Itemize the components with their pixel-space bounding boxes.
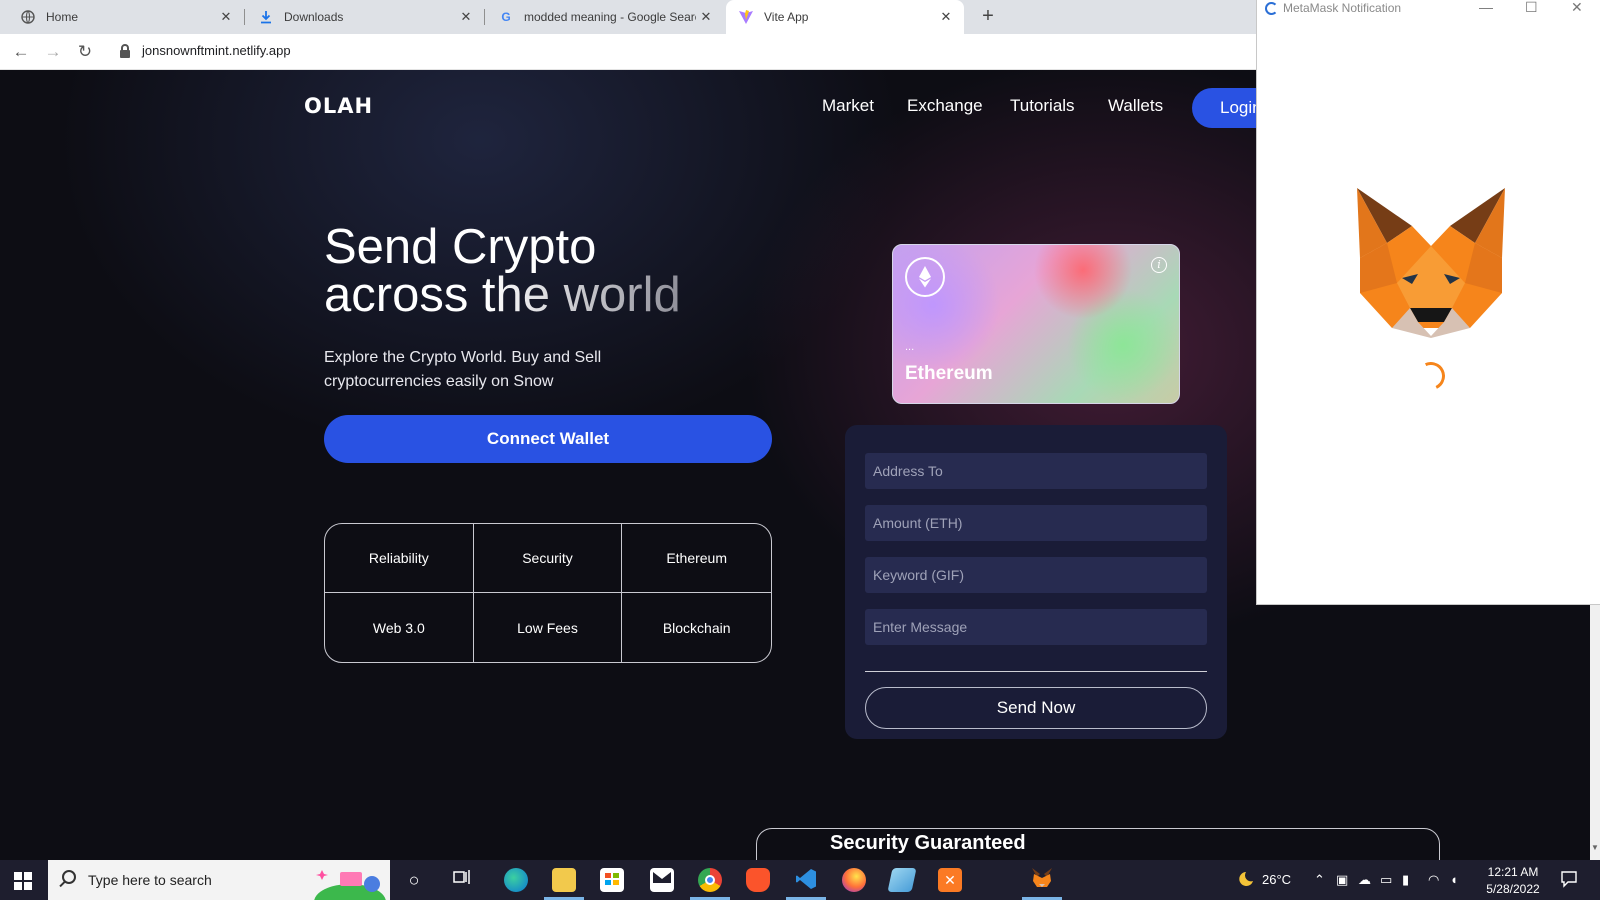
- forward-arrow-icon[interactable]: →: [42, 41, 64, 63]
- address-bar[interactable]: jonsnownftmint.netlify.app: [142, 43, 291, 58]
- vscode-icon[interactable]: [786, 868, 826, 900]
- feature-blockchain: Blockchain: [662, 619, 731, 636]
- browser-toolbar: ← → ↻ jonsnownftmint.netlify.app: [0, 34, 1260, 70]
- store-icon[interactable]: [600, 868, 624, 892]
- tab-title: Downloads: [284, 10, 344, 24]
- notepad-icon[interactable]: [887, 868, 917, 892]
- download-icon: [258, 9, 274, 25]
- chrome-icon[interactable]: [690, 868, 730, 900]
- card-address: ...: [905, 341, 915, 353]
- clock-time: 12:21 AM: [1487, 865, 1539, 879]
- site-logo[interactable]: OLAH: [304, 94, 373, 118]
- weather-icon[interactable]: [1236, 870, 1256, 891]
- nav-exchange[interactable]: Exchange: [907, 96, 983, 116]
- new-tab-button[interactable]: +: [976, 5, 1000, 29]
- windows-start-icon[interactable]: [14, 872, 32, 890]
- form-divider: [865, 671, 1207, 672]
- card-network: Ethereum: [905, 363, 993, 384]
- google-icon: G: [501, 10, 511, 24]
- taskbar-search-box[interactable]: Type here to search: [48, 860, 390, 900]
- nav-tutorials[interactable]: Tutorials: [1010, 96, 1075, 116]
- tab-separator: [484, 9, 485, 25]
- metamask-fox-icon: [1357, 188, 1505, 338]
- tab-vite-app[interactable]: Vite App ✕: [726, 0, 964, 34]
- search-placeholder: Type here to search: [88, 872, 212, 888]
- close-window-icon[interactable]: ✕: [1571, 0, 1583, 16]
- tab-home[interactable]: Home ✕: [0, 0, 244, 34]
- cortana-icon[interactable]: ○: [402, 868, 426, 892]
- info-icon[interactable]: i: [1151, 257, 1167, 273]
- volume-icon[interactable]: ◖: [1450, 872, 1458, 887]
- hero-heading-line1: Send Crypto: [324, 220, 597, 274]
- vite-icon: [738, 9, 754, 25]
- close-tab-icon[interactable]: ✕: [936, 9, 956, 25]
- send-now-button[interactable]: Send Now: [865, 687, 1207, 729]
- connect-wallet-button[interactable]: Connect Wallet: [324, 415, 772, 463]
- chevron-up-icon[interactable]: ⌃: [1314, 872, 1325, 888]
- close-tab-icon[interactable]: ✕: [696, 9, 716, 25]
- send-form: Address To Amount (ETH) Keyword (GIF) En…: [845, 425, 1227, 739]
- feature-security: Security: [473, 524, 623, 593]
- features-grid: Reliability Security Ethereum Web 3.0 Lo…: [324, 523, 772, 663]
- services-heading-peek: Security Guaranteed: [830, 832, 1026, 854]
- feature-web3: Web 3.0: [325, 593, 474, 662]
- globe-icon: [20, 9, 36, 25]
- hero-subtext: Explore the Crypto World. Buy and Sell c…: [324, 349, 602, 390]
- minimize-icon[interactable]: —: [1479, 0, 1493, 15]
- amount-eth-input[interactable]: Amount (ETH): [865, 505, 1207, 541]
- edge-icon[interactable]: [504, 868, 528, 892]
- message-input[interactable]: Enter Message: [865, 609, 1207, 645]
- wifi-icon[interactable]: ◠: [1428, 872, 1439, 888]
- feature-reliability: Reliability: [325, 524, 474, 593]
- windows-taskbar: Type here to search ○ ✕ 26°C ⌃ ▣ ☁ ▭ ▮ ◠…: [0, 860, 1600, 900]
- tab-separator: [244, 9, 245, 25]
- close-tab-icon[interactable]: ✕: [216, 9, 236, 25]
- address-to-input[interactable]: Address To: [865, 453, 1207, 489]
- meet-now-icon[interactable]: ▣: [1336, 872, 1348, 888]
- mail-icon[interactable]: [650, 868, 674, 892]
- nav-market[interactable]: Market: [822, 96, 874, 116]
- ethereum-card: i ... Ethereum: [892, 244, 1180, 404]
- scrollbar[interactable]: ▼: [1590, 605, 1600, 860]
- nav-wallets[interactable]: Wallets: [1108, 96, 1163, 116]
- maximize-icon[interactable]: ☐: [1525, 0, 1538, 16]
- metamask-taskbar-icon[interactable]: [1022, 868, 1062, 900]
- metamask-window-title: MetaMask Notification: [1283, 1, 1402, 15]
- tab-google-search[interactable]: G modded meaning - Google Search ✕: [486, 0, 724, 34]
- loading-spinner: [1413, 358, 1449, 394]
- clock-date: 5/28/2022: [1486, 882, 1540, 896]
- xampp-icon[interactable]: ✕: [938, 868, 962, 892]
- tab-title: Vite App: [764, 10, 809, 24]
- battery-icon[interactable]: ▮: [1402, 872, 1409, 888]
- tab-title: modded meaning - Google Search: [524, 10, 696, 24]
- reload-icon[interactable]: ↻: [74, 41, 96, 63]
- back-arrow-icon[interactable]: ←: [10, 41, 32, 63]
- task-view-icon[interactable]: [450, 868, 474, 892]
- feature-ethereum: Ethereum: [622, 524, 771, 593]
- tab-downloads[interactable]: Downloads ✕: [246, 0, 484, 34]
- search-highlight-icon: [314, 870, 386, 900]
- search-icon: [62, 870, 76, 884]
- onedrive-cloud-icon[interactable]: ☁: [1358, 872, 1371, 888]
- keyword-gif-input[interactable]: Keyword (GIF): [865, 557, 1207, 593]
- brave-icon[interactable]: [746, 868, 770, 892]
- lock-icon[interactable]: [120, 44, 130, 58]
- system-clock[interactable]: 12:21 AM 5/28/2022: [1480, 864, 1546, 898]
- feature-low-fees: Low Fees: [474, 593, 623, 662]
- firefox-icon[interactable]: [842, 868, 866, 892]
- weather-temperature[interactable]: 26°C: [1262, 872, 1291, 887]
- hero-heading-line2: across the world: [324, 268, 681, 322]
- ethereum-icon: [905, 257, 945, 297]
- display-icon[interactable]: ▭: [1380, 872, 1392, 888]
- tab-title: Home: [46, 10, 79, 24]
- close-tab-icon[interactable]: ✕: [456, 9, 476, 25]
- notifications-icon[interactable]: [1560, 870, 1578, 891]
- metamask-loading-icon: [1265, 2, 1278, 15]
- file-explorer-icon[interactable]: [544, 868, 584, 900]
- metamask-popup-window: MetaMask Notification — ☐ ✕: [1256, 0, 1600, 605]
